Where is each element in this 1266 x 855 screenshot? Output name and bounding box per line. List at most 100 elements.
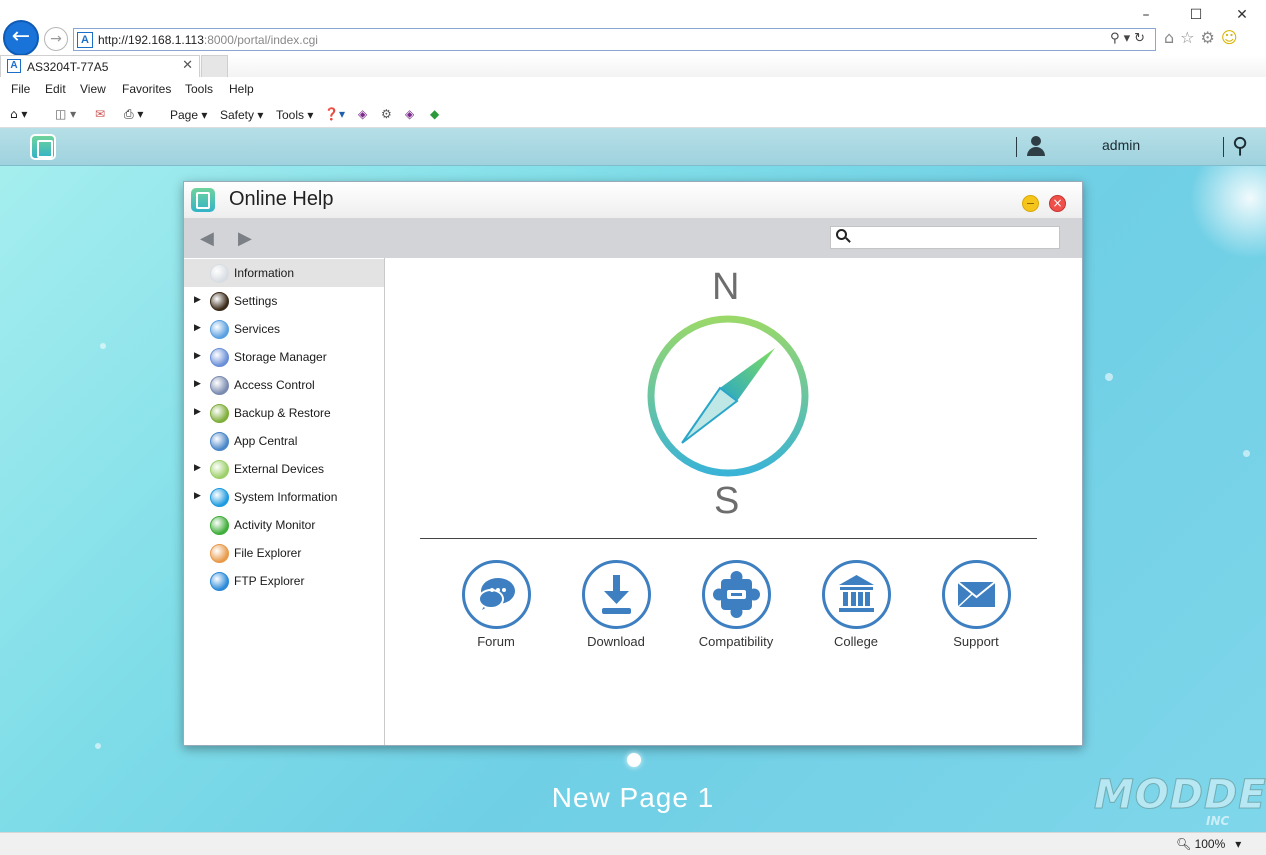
sidebar-item-app-central[interactable]: App Central bbox=[184, 427, 384, 455]
file-explorer-icon bbox=[210, 544, 229, 563]
minimize-button[interactable] bbox=[1022, 195, 1039, 212]
sidebar-item-activity-monitor[interactable]: Activity Monitor bbox=[184, 511, 384, 539]
sidebar-item-backup-restore[interactable]: ▶ Backup & Restore bbox=[184, 399, 384, 427]
tools-menu[interactable]: Tools ▾ bbox=[276, 108, 313, 122]
support-icon bbox=[941, 560, 1011, 629]
sidebar-item-access-control[interactable]: ▶ Access Control bbox=[184, 371, 384, 399]
minimize-window-button[interactable]: – bbox=[1126, 4, 1166, 26]
sidebar-item-storage-manager[interactable]: ▶ Storage Manager bbox=[184, 343, 384, 371]
zoom-control[interactable]: 🔍︎ 100% ▾ bbox=[1176, 837, 1241, 851]
help-search-box[interactable] bbox=[830, 226, 1060, 249]
back-arrow-icon[interactable]: ◀ bbox=[200, 228, 214, 249]
forward-arrow-icon[interactable]: ▶ bbox=[238, 228, 252, 249]
search-icon[interactable]: ⚲ bbox=[1110, 31, 1124, 46]
sidebar-item-information[interactable]: Information bbox=[184, 259, 384, 287]
user-icon[interactable] bbox=[1026, 136, 1046, 156]
access-control-icon bbox=[210, 376, 229, 395]
sidebar-item-label: Storage Manager bbox=[234, 350, 327, 364]
support-link[interactable]: Support bbox=[921, 560, 1031, 649]
refresh-icon[interactable]: ↻ bbox=[1134, 31, 1149, 46]
college-link[interactable]: College bbox=[801, 560, 911, 649]
sidebar-item-system-information[interactable]: ▶ System Information bbox=[184, 483, 384, 511]
dropdown-icon[interactable]: ▾ bbox=[1124, 31, 1135, 46]
address-url[interactable]: http://192.168.1.113:8000/portal/index.c… bbox=[98, 33, 318, 47]
menu-view[interactable]: View bbox=[80, 82, 106, 96]
backup-restore-icon bbox=[210, 404, 229, 423]
menu-edit[interactable]: Edit bbox=[45, 82, 66, 96]
research-gear-icon[interactable]: ⚙ bbox=[381, 107, 392, 121]
close-window-button[interactable]: ✕ bbox=[1222, 4, 1262, 26]
sidebar-item-ftp-explorer[interactable]: FTP Explorer bbox=[184, 567, 384, 595]
feeds-icon[interactable]: ◫ ▾ bbox=[55, 107, 76, 121]
forum-icon bbox=[461, 560, 531, 629]
services-icon bbox=[210, 320, 229, 339]
sidebar-item-external-devices[interactable]: ▶ External Devices bbox=[184, 455, 384, 483]
forum-link[interactable]: Forum bbox=[441, 560, 551, 649]
help-window-titlebar[interactable]: Online Help × bbox=[184, 182, 1082, 218]
expand-arrow-icon[interactable]: ▶ bbox=[194, 379, 201, 389]
username[interactable]: admin bbox=[1102, 137, 1140, 153]
onenote-link-icon[interactable]: ◈ bbox=[405, 107, 414, 121]
download-label: Download bbox=[587, 634, 645, 649]
page-indicator-dot[interactable] bbox=[627, 753, 641, 767]
close-tab-icon[interactable]: ✕ bbox=[182, 58, 193, 73]
settings-gear-icon[interactable]: ⚙ bbox=[1201, 28, 1221, 47]
safety-menu[interactable]: Safety ▾ bbox=[220, 108, 263, 122]
onenote-send-icon[interactable]: ◈ bbox=[358, 107, 367, 121]
page-menu[interactable]: Page ▾ bbox=[170, 108, 207, 122]
help-topic-tree: Information ▶ Settings ▶ Services ▶ Storage Ma… bbox=[184, 258, 385, 745]
compatibility-label: Compatibility bbox=[698, 634, 774, 649]
print-icon[interactable]: ⎙ ▾ bbox=[124, 107, 143, 122]
help-search-input[interactable] bbox=[853, 229, 1053, 246]
expand-arrow-icon[interactable]: ▶ bbox=[194, 323, 201, 333]
download-icon bbox=[581, 560, 651, 629]
compass-icon bbox=[647, 315, 809, 477]
download-link[interactable]: Download bbox=[561, 560, 671, 649]
window-title: Online Help bbox=[229, 188, 334, 210]
help-icon[interactable]: ❓▾ bbox=[324, 107, 345, 121]
storage-manager-icon bbox=[210, 348, 229, 367]
sidebar-item-file-explorer[interactable]: File Explorer bbox=[184, 539, 384, 567]
feedback-smiley-icon[interactable]: ☺ bbox=[1221, 28, 1244, 47]
mail-icon[interactable]: ✉ bbox=[95, 107, 105, 121]
sidebar-item-services[interactable]: ▶ Services bbox=[184, 315, 384, 343]
arrow-left-icon: ← bbox=[11, 24, 31, 49]
sidebar-item-label: App Central bbox=[234, 434, 298, 448]
home-icon[interactable]: ⌂ bbox=[1164, 28, 1180, 47]
expand-arrow-icon[interactable]: ▶ bbox=[194, 351, 201, 361]
menu-file[interactable]: File bbox=[11, 82, 30, 96]
addon-diamond-icon[interactable]: ◆ bbox=[430, 107, 439, 121]
new-tab-button[interactable] bbox=[201, 55, 228, 77]
sidebar-item-settings[interactable]: ▶ Settings bbox=[184, 287, 384, 315]
maximize-window-button[interactable]: ☐ bbox=[1176, 4, 1216, 26]
close-button[interactable]: × bbox=[1049, 195, 1066, 212]
browser-tab[interactable]: A AS3204T-77A5 ✕ bbox=[0, 55, 200, 77]
expand-arrow-icon[interactable]: ▶ bbox=[194, 295, 201, 305]
decor-dot bbox=[1105, 373, 1113, 381]
expand-arrow-icon[interactable]: ▶ bbox=[194, 463, 201, 473]
compass-icon bbox=[210, 264, 229, 283]
activity-monitor-icon bbox=[210, 516, 229, 535]
forum-label: Forum bbox=[477, 634, 515, 649]
online-help-taskbar-icon[interactable] bbox=[30, 134, 56, 160]
expand-arrow-icon[interactable]: ▶ bbox=[194, 491, 201, 501]
zoom-level-value: 100% bbox=[1194, 837, 1226, 851]
search-icon[interactable]: ⚲ bbox=[1232, 134, 1248, 159]
compatibility-link[interactable]: Compatibility bbox=[681, 560, 791, 649]
address-tools: ⚲▾↻ bbox=[1110, 31, 1149, 46]
home-icon[interactable]: ⌂ ▾ bbox=[10, 107, 27, 121]
expand-arrow-icon[interactable]: ▶ bbox=[194, 407, 201, 417]
menu-favorites[interactable]: Favorites bbox=[122, 82, 171, 96]
tab-strip: A AS3204T-77A5 ✕ bbox=[0, 55, 1266, 77]
back-button[interactable]: ← bbox=[3, 20, 39, 56]
safety-menu-label: Safety bbox=[220, 108, 255, 122]
forward-button[interactable]: → bbox=[44, 27, 68, 51]
command-bar: ⌂ ▾ ◫ ▾ ✉ ⎙ ▾ Page ▾ Safety ▾ Tools ▾ ❓▾… bbox=[0, 101, 1266, 128]
menu-tools[interactable]: Tools bbox=[185, 82, 213, 96]
address-bar[interactable]: A http://192.168.1.113:8000/portal/index… bbox=[73, 28, 1156, 51]
browser-right-icons: ⌂☆⚙☺ bbox=[1164, 28, 1244, 47]
support-label: Support bbox=[953, 634, 999, 649]
menu-help[interactable]: Help bbox=[229, 82, 254, 96]
favorites-star-icon[interactable]: ☆ bbox=[1180, 28, 1200, 47]
sidebar-item-label: Information bbox=[234, 266, 295, 280]
